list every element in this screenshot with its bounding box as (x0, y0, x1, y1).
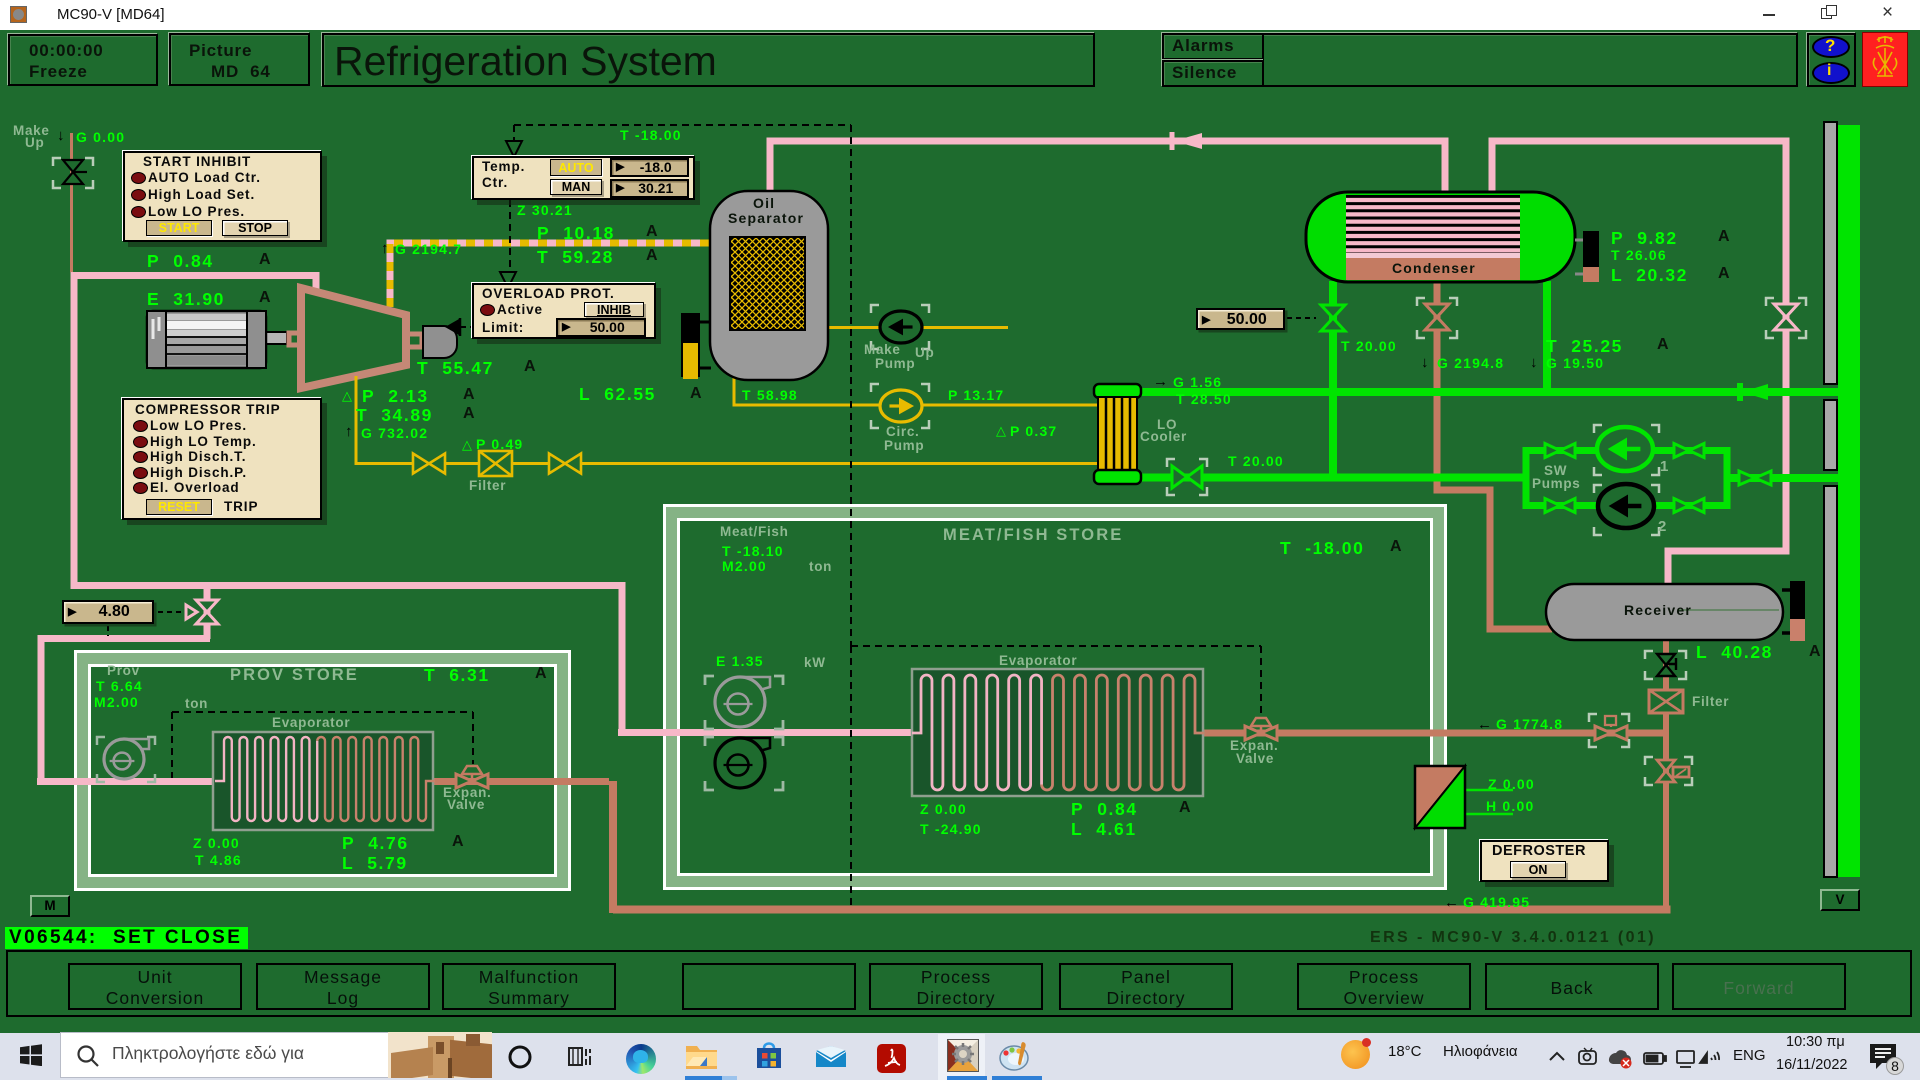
svg-text:8: 8 (1891, 1058, 1899, 1074)
